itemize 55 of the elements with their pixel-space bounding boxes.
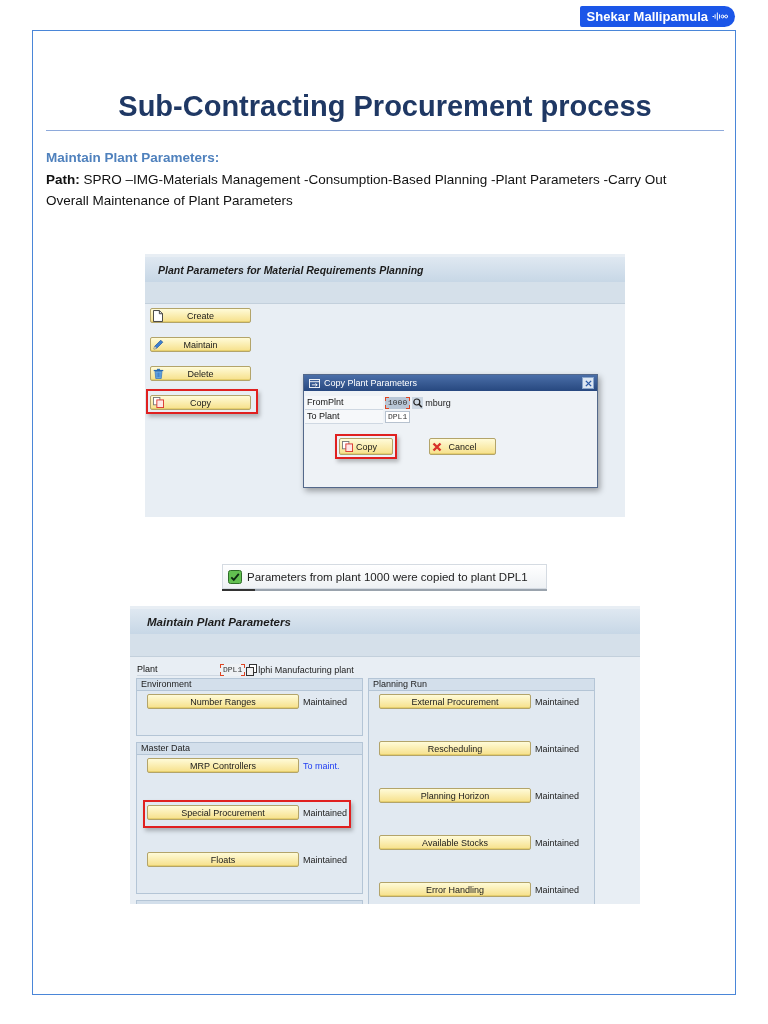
section-heading: Maintain Plant Parameters: bbox=[46, 150, 220, 166]
parameter-button[interactable]: Number Ranges bbox=[147, 694, 299, 709]
maintain-button[interactable]: Maintain bbox=[150, 337, 251, 352]
parameter-button[interactable]: Rescheduling bbox=[379, 741, 531, 756]
window-icon bbox=[309, 378, 320, 388]
status-text: Maintained bbox=[535, 837, 580, 848]
close-icon bbox=[584, 379, 592, 387]
status-text: Maintained bbox=[303, 854, 348, 865]
cross-icon bbox=[432, 441, 442, 452]
document-icon bbox=[153, 309, 163, 322]
status-text: To maint. bbox=[303, 760, 340, 771]
author-name: Shekar Mallipamula bbox=[586, 9, 708, 24]
copy-icon bbox=[342, 441, 353, 452]
path-text: Path: SPRO –IMG-Materials Management -Consumption-Based Planning -Plant Parameters -Carry Out Overall Maintenance of Plant Parameters bbox=[46, 171, 668, 210]
check-icon bbox=[228, 569, 242, 584]
pencil-icon bbox=[153, 339, 164, 350]
group-title: Master Data bbox=[137, 743, 362, 755]
parameter-button[interactable]: Floats bbox=[147, 852, 299, 867]
status-text: Maintained bbox=[535, 696, 580, 707]
field-label: FromPlnt bbox=[305, 396, 383, 410]
document-title: Sub-Contracting Procurement process bbox=[117, 89, 653, 124]
status-text: Maintained bbox=[535, 790, 580, 801]
field-description: mburg bbox=[425, 398, 451, 408]
screen-title: Maintain Plant Parameters bbox=[130, 609, 640, 634]
close-button[interactable] bbox=[582, 377, 594, 389]
message-text: Parameters from plant 1000 were copied to plant DPL1 bbox=[247, 570, 528, 583]
parameter-button[interactable]: Error Handling bbox=[379, 882, 531, 897]
input-field[interactable]: DPL1 bbox=[220, 664, 246, 676]
status-text: Maintained bbox=[303, 807, 348, 818]
status-text: Maintained bbox=[535, 743, 580, 754]
copy-icon bbox=[153, 397, 164, 408]
parameter-button[interactable]: Planning Horizon bbox=[379, 788, 531, 803]
sound-wave-icon bbox=[712, 12, 728, 21]
field-description: lphi Manufacturing plant bbox=[258, 665, 354, 675]
copy-button[interactable]: Copy bbox=[150, 395, 251, 410]
parameter-button[interactable]: External Procurement bbox=[379, 694, 531, 709]
cancel-button[interactable]: Cancel bbox=[429, 438, 496, 455]
delete-button[interactable]: Delete bbox=[150, 366, 251, 381]
group-title: Planning Run bbox=[369, 679, 594, 691]
status-text: Maintained bbox=[303, 696, 348, 707]
parameter-button[interactable]: Available Stocks bbox=[379, 835, 531, 850]
create-button[interactable]: Create bbox=[150, 308, 251, 323]
input-field[interactable]: DPL1 bbox=[385, 411, 411, 423]
dialog-title: Copy Plant Parameters bbox=[324, 378, 419, 388]
parameter-button[interactable]: MRP Controllers bbox=[147, 758, 299, 773]
search-icon[interactable] bbox=[412, 397, 424, 409]
copy-button[interactable]: Copy bbox=[339, 438, 393, 455]
trash-icon bbox=[153, 368, 164, 379]
field-label: To Plant bbox=[305, 410, 383, 424]
squares-icon[interactable] bbox=[246, 664, 258, 676]
status-text: Maintained bbox=[535, 884, 580, 895]
input-field[interactable]: 1000 bbox=[385, 397, 411, 409]
screen-title: Plant Parameters for Material Requirements Planning bbox=[145, 257, 625, 282]
group-title: Environment bbox=[137, 679, 362, 691]
parameter-button[interactable]: Special Procurement bbox=[147, 805, 299, 820]
